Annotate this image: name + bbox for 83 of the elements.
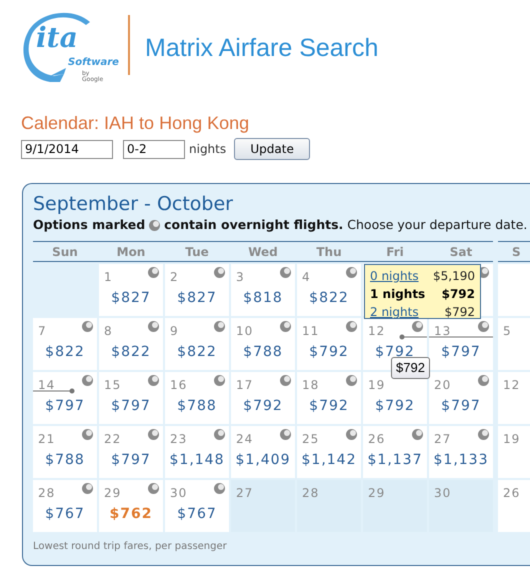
fare-price: $822 <box>308 289 350 308</box>
day-number: 26 <box>503 485 520 502</box>
day-number: 5 <box>503 323 512 340</box>
day-number: 17 <box>236 377 254 394</box>
day-number: 28 <box>38 485 56 502</box>
fare-price: $797 <box>44 397 86 416</box>
day-number: 10 <box>236 323 254 340</box>
day-number: 2 <box>170 269 179 286</box>
fare-price: $797 <box>440 343 482 362</box>
day-number: 14 <box>38 377 56 394</box>
day-number: 26 <box>368 431 386 448</box>
fare-price: $827 <box>110 289 152 308</box>
day-number: 21 <box>38 431 56 448</box>
fare-price: $792 <box>242 397 284 416</box>
fare-price: $767 <box>176 505 218 524</box>
day-number: 19 <box>503 431 520 448</box>
option-fare: $792 <box>442 286 475 303</box>
fare-price: $797 <box>110 451 152 470</box>
day-number: 18 <box>302 377 320 394</box>
day-number: 20 <box>434 377 452 394</box>
day-number: 16 <box>170 377 188 394</box>
day-number: 19 <box>368 377 386 394</box>
fare-price: $788 <box>44 451 86 470</box>
price-tooltip: $792 <box>391 357 430 379</box>
fare-price: $792 <box>308 343 350 362</box>
weekday-header: Sun <box>51 244 79 260</box>
fare-price: $792 <box>374 397 416 416</box>
fare-price: $762 <box>108 505 154 524</box>
day-number: 15 <box>104 377 122 394</box>
day-number: 9 <box>170 323 179 340</box>
footer-note: Lowest round trip fares, per passenger <box>33 540 228 554</box>
day-number: 7 <box>38 323 47 340</box>
nights-label: nights <box>189 141 226 158</box>
weekday-header: S <box>512 244 521 260</box>
day-number: 24 <box>236 431 254 448</box>
day-number: 8 <box>104 323 113 340</box>
fare-price: $767 <box>44 505 86 524</box>
day-number: 30 <box>170 485 188 502</box>
day-number: 12 <box>368 323 386 340</box>
weekday-header: Tue <box>184 244 210 260</box>
day-number: 12 <box>503 377 520 394</box>
fare-price: $792 <box>308 397 350 416</box>
fare-price: $822 <box>176 343 218 362</box>
fare-price: $827 <box>176 289 218 308</box>
fare-price: $1,137 <box>366 451 424 470</box>
day-number: 23 <box>170 431 188 448</box>
calendar-note: Options marked contain overnight flights. Choose your departure date. <box>33 216 528 234</box>
fare-price: $822 <box>44 343 86 362</box>
option-fare: $5,190 <box>433 268 475 285</box>
fare-price: $1,409 <box>234 451 292 470</box>
day-number: 13 <box>434 323 452 340</box>
day-number: 27 <box>434 431 452 448</box>
day-number: 4 <box>302 269 311 286</box>
day-number: 28 <box>302 485 320 502</box>
day-number: 29 <box>104 485 122 502</box>
weekday-header: Sat <box>448 244 474 260</box>
logo-wordmark: ita <box>36 24 78 52</box>
fare-price: $788 <box>176 397 218 416</box>
fare-price: $1,148 <box>168 451 226 470</box>
fare-price: $822 <box>110 343 152 362</box>
weekday-header: Mon <box>116 244 146 260</box>
calendar-title: September - October <box>33 192 234 216</box>
logo-subtitle: Software <box>68 58 119 68</box>
weekday-header: Thu <box>315 244 343 260</box>
day-number: 25 <box>302 431 320 448</box>
option-fare: $792 <box>444 304 475 321</box>
fare-price: $818 <box>242 289 284 308</box>
day-number: 3 <box>236 269 245 286</box>
day-number: 11 <box>302 323 320 340</box>
fare-price: $1,142 <box>300 451 358 470</box>
fare-price: $797 <box>110 397 152 416</box>
day-number: 30 <box>434 485 452 502</box>
day-number: 1 <box>104 269 113 286</box>
day-number: 29 <box>368 485 386 502</box>
page-heading: Calendar: IAH to Hong Kong <box>21 112 250 134</box>
app-title: Matrix Airfare Search <box>145 33 378 64</box>
fare-price: $1,133 <box>432 451 490 470</box>
fare-price: $797 <box>440 397 482 416</box>
weekday-header: Wed <box>247 244 279 260</box>
weekday-header: Fri <box>385 244 405 260</box>
day-number: 27 <box>236 485 254 502</box>
fare-price: $788 <box>242 343 284 362</box>
day-number: 22 <box>104 431 122 448</box>
